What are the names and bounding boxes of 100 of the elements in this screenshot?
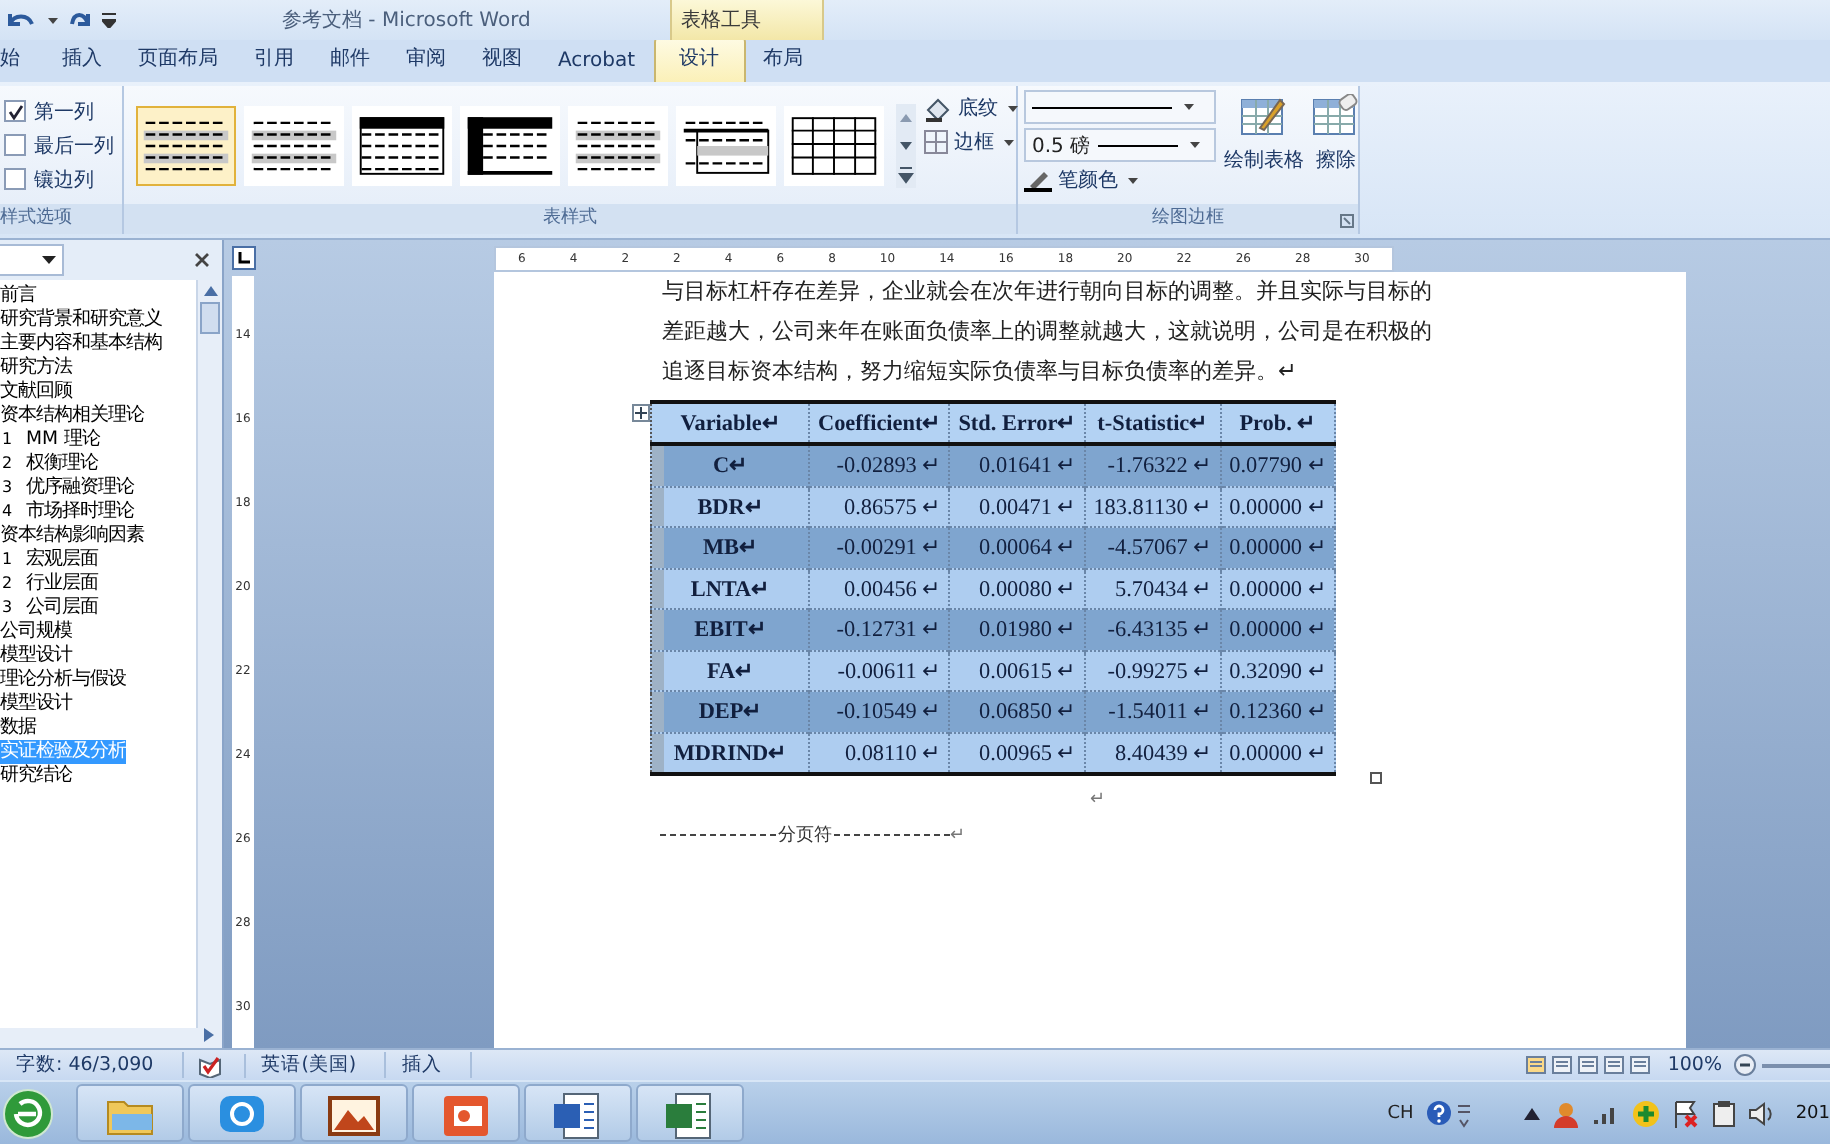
zoom-out-icon[interactable]	[1734, 1054, 1756, 1076]
pen-icon[interactable]	[1024, 168, 1052, 192]
start-orb-icon[interactable]	[2, 1087, 54, 1139]
outline-item[interactable]: 模型设计	[0, 692, 196, 716]
outline-item[interactable]: 2 权衡理论	[0, 452, 196, 476]
outline-item[interactable]: 4 市场择时理论	[0, 500, 196, 524]
clipboard-icon[interactable]	[1711, 1099, 1736, 1127]
view-mode-icon[interactable]	[1549, 1054, 1574, 1076]
outline-item[interactable]: 1 MM 理论	[0, 428, 196, 452]
outline-item[interactable]: 3 优序融资理论	[0, 476, 196, 500]
ribbon-tab[interactable]: 页面布局	[120, 38, 236, 82]
redo-icon[interactable]	[66, 8, 94, 32]
outline-item[interactable]: 公司规模	[0, 620, 196, 644]
more-icon[interactable]	[896, 159, 916, 187]
draw-table-button[interactable]: 绘制表格	[1224, 90, 1304, 178]
pencil-table-icon	[1240, 94, 1288, 138]
caret-icon	[1008, 105, 1018, 111]
context-tab-group: 表格工具	[670, 0, 825, 40]
page-break-label: 分页符	[776, 823, 834, 848]
outline-item[interactable]: 文献回顾	[0, 380, 196, 404]
table-style-option[interactable]	[568, 105, 668, 185]
undo-icon[interactable]	[4, 8, 36, 32]
taskbar-button[interactable]	[412, 1084, 520, 1142]
eraser-button[interactable]: 擦除	[1312, 90, 1360, 178]
group-label: 绘图边框	[1018, 204, 1358, 234]
table-move-handle-icon[interactable]	[632, 404, 650, 422]
outline-item[interactable]: 1 宏观层面	[0, 548, 196, 572]
view-mode-icon[interactable]	[1523, 1054, 1548, 1076]
taskbar-button[interactable]	[524, 1084, 632, 1142]
help-icon[interactable]	[1425, 1100, 1452, 1126]
table-style-option[interactable]	[676, 105, 776, 185]
flag-error-icon[interactable]	[1671, 1099, 1700, 1127]
outline-item[interactable]: 数据	[0, 716, 196, 740]
clock[interactable]: 201	[1795, 1103, 1830, 1123]
table-resize-handle[interactable]	[1370, 772, 1382, 784]
taskbar-button[interactable]	[300, 1084, 408, 1142]
outline-item[interactable]: 前言	[0, 284, 196, 308]
ribbon-tab[interactable]: 设计	[653, 36, 746, 82]
proofing-book-icon[interactable]	[195, 1053, 224, 1077]
zoom-level[interactable]: 100%	[1667, 1054, 1722, 1076]
checkbox[interactable]	[4, 100, 26, 122]
table-style-option[interactable]	[136, 105, 236, 185]
paint-bucket-icon[interactable]	[924, 95, 952, 121]
ime-options-icon[interactable]	[1455, 1099, 1472, 1127]
table-style-option[interactable]	[784, 105, 884, 185]
ribbon-tab[interactable]: 引用	[236, 38, 312, 82]
outline-item[interactable]: 研究方法	[0, 356, 196, 380]
ribbon-tab[interactable]: 始	[0, 38, 44, 82]
insert-mode-status[interactable]: 插入	[386, 1052, 473, 1078]
ribbon-tab[interactable]: Acrobat	[540, 44, 654, 82]
ribbon-tab[interactable]: 布局	[745, 38, 822, 82]
heading-dropdown[interactable]	[0, 244, 64, 276]
taskbar-button[interactable]	[188, 1084, 296, 1142]
paragraph-mark: ↵	[1090, 790, 1108, 810]
line-weight-dropdown[interactable]: 0.5 磅	[1024, 128, 1216, 162]
ribbon-tab[interactable]: 视图	[464, 38, 540, 82]
show-hidden-icon[interactable]	[1523, 1107, 1540, 1119]
dialog-launcher-icon[interactable]	[1340, 214, 1354, 228]
customize-icon[interactable]	[102, 12, 116, 28]
outline-item[interactable]: 研究背景和研究意义	[0, 308, 196, 332]
view-mode-icon[interactable]	[1575, 1054, 1600, 1076]
checkbox[interactable]	[4, 134, 26, 156]
language-status[interactable]: 英语(美国)	[245, 1052, 387, 1078]
outline-item[interactable]: 2 行业层面	[0, 572, 196, 596]
volume-icon[interactable]	[1747, 1101, 1776, 1125]
word-count[interactable]: 字数: 46/3,090	[0, 1052, 184, 1078]
checkbox[interactable]	[4, 168, 26, 190]
outline-item[interactable]: 理论分析与假设	[0, 668, 196, 692]
outline-item[interactable]: 资本结构相关理论	[0, 404, 196, 428]
table-cell: MDRIND↵	[651, 732, 809, 774]
scroll-thumb[interactable]	[200, 302, 220, 334]
outline-item[interactable]: 3 公司层面	[0, 596, 196, 620]
table-style-option[interactable]	[244, 105, 344, 185]
outline-item[interactable]: 主要内容和基本结构	[0, 332, 196, 356]
borders-button[interactable]: 边框	[954, 128, 994, 156]
view-mode-icon[interactable]	[1627, 1054, 1652, 1076]
person-icon[interactable]	[1551, 1099, 1580, 1127]
shading-button[interactable]: 底纹	[958, 94, 998, 122]
ribbon-tab[interactable]: 邮件	[312, 38, 388, 82]
pen-color-button[interactable]: 笔颜色	[1058, 166, 1118, 194]
scroll-right-icon[interactable]	[204, 1028, 214, 1042]
outline-item[interactable]: 资本结构影响因素	[0, 524, 196, 548]
table-style-option[interactable]	[352, 105, 452, 185]
caret-icon	[1128, 177, 1138, 183]
outline-item[interactable]: 模型设计	[0, 644, 196, 668]
close-icon[interactable]	[194, 252, 210, 268]
taskbar-button[interactable]	[636, 1084, 744, 1142]
caret-icon	[1004, 139, 1014, 145]
tab-selector-icon[interactable]	[231, 246, 255, 270]
input-language[interactable]: CH	[1387, 1103, 1414, 1123]
outline-item[interactable]: 研究结论	[0, 764, 196, 788]
caret-icon	[48, 17, 58, 23]
border-icon[interactable]	[924, 130, 948, 154]
scroll-up-icon[interactable]	[203, 286, 217, 296]
ribbon-tab[interactable]: 插入	[44, 38, 120, 82]
table-style-option[interactable]	[460, 105, 560, 185]
plus-badge-icon[interactable]	[1631, 1099, 1660, 1127]
line-style-dropdown[interactable]	[1024, 90, 1216, 124]
ribbon-tab[interactable]: 审阅	[388, 38, 464, 82]
view-mode-icon[interactable]	[1601, 1054, 1626, 1076]
